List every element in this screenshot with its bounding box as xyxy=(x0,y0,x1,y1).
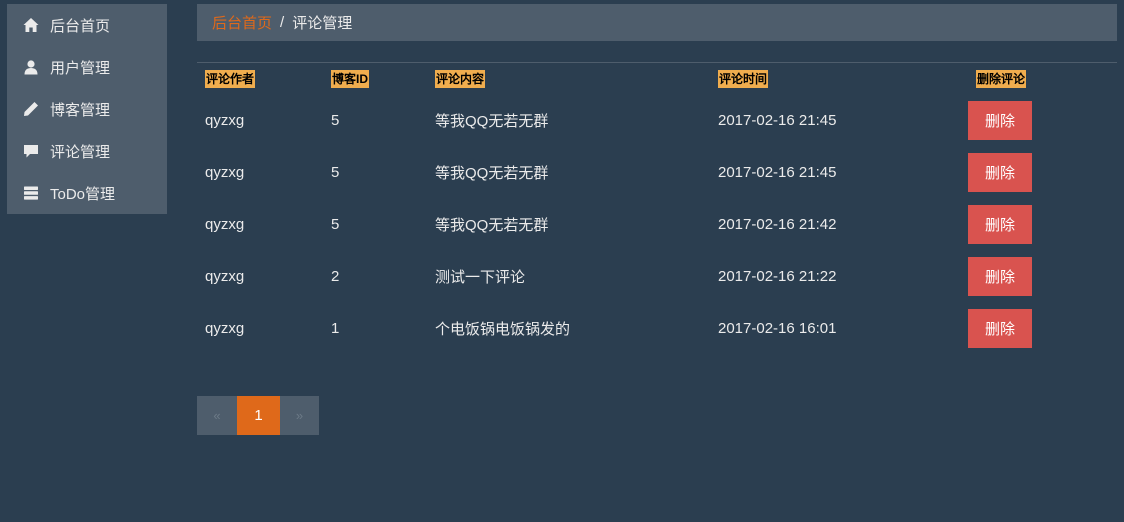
pencil-icon xyxy=(23,101,39,117)
cell-author: qyzxg xyxy=(205,112,245,129)
column-header-delete: 删除评论 xyxy=(976,69,1027,88)
cell-content: 测试一下评论 xyxy=(435,269,526,286)
delete-button[interactable]: 删除 xyxy=(968,309,1032,348)
table-row: qyzxg 2 测试一下评论 2017-02-16 21:22 删除 xyxy=(197,251,1117,303)
cell-time: 2017-02-16 21:42 xyxy=(718,216,837,233)
cell-blog-id: 2 xyxy=(331,268,340,285)
sidebar-item-label: ToDo管理 xyxy=(50,185,116,203)
sidebar-item-label: 博客管理 xyxy=(50,101,111,119)
column-header-time: 评论时间 xyxy=(718,69,769,88)
table-row: qyzxg 1 个电饭锅电饭锅发的 2017-02-16 16:01 删除 xyxy=(197,303,1117,355)
delete-button[interactable]: 删除 xyxy=(968,101,1032,140)
sidebar-item-label: 评论管理 xyxy=(50,143,111,161)
cell-author: qyzxg xyxy=(205,216,245,233)
sidebar-item-comments[interactable]: 评论管理 xyxy=(7,130,167,172)
comment-icon xyxy=(23,143,39,159)
cell-time: 2017-02-16 21:45 xyxy=(718,112,837,129)
comments-table: 评论作者 博客ID 评论内容 评论时间 删除评论 qyzxg 5 等我QQ无若无… xyxy=(197,62,1117,355)
column-header-author: 评论作者 xyxy=(205,69,256,88)
delete-button[interactable]: 删除 xyxy=(968,205,1032,244)
cell-author: qyzxg xyxy=(205,268,245,285)
sidebar-item-todo[interactable]: ToDo管理 xyxy=(7,172,167,214)
cell-time: 2017-02-16 21:45 xyxy=(718,164,837,181)
cell-blog-id: 5 xyxy=(331,112,340,129)
home-icon xyxy=(23,17,39,33)
breadcrumb-current: 评论管理 xyxy=(292,15,353,32)
table-header-row: 评论作者 博客ID 评论内容 评论时间 删除评论 xyxy=(197,62,1117,95)
cell-blog-id: 5 xyxy=(331,164,340,181)
cell-time: 2017-02-16 21:22 xyxy=(718,268,837,285)
delete-button[interactable]: 删除 xyxy=(968,257,1032,296)
table-row: qyzxg 5 等我QQ无若无群 2017-02-16 21:45 删除 xyxy=(197,95,1117,147)
cell-content: 等我QQ无若无群 xyxy=(435,165,549,182)
cell-blog-id: 5 xyxy=(331,216,340,233)
cell-author: qyzxg xyxy=(205,164,245,181)
cell-time: 2017-02-16 16:01 xyxy=(718,320,837,337)
sidebar-item-label: 后台首页 xyxy=(50,17,111,35)
pagination-prev-button[interactable]: « xyxy=(197,396,237,435)
comments-table-container: 评论作者 博客ID 评论内容 评论时间 删除评论 qyzxg 5 等我QQ无若无… xyxy=(197,62,1117,355)
breadcrumb: 后台首页 / 评论管理 xyxy=(197,4,1117,41)
pagination: « 1 » xyxy=(197,396,319,435)
column-header-blog-id: 博客ID xyxy=(331,69,370,88)
pagination-next-button[interactable]: » xyxy=(280,396,319,435)
cell-content: 等我QQ无若无群 xyxy=(435,113,549,130)
breadcrumb-home-link[interactable]: 后台首页 xyxy=(212,12,272,33)
user-icon xyxy=(23,59,39,75)
cell-blog-id: 1 xyxy=(331,320,340,337)
cell-content: 等我QQ无若无群 xyxy=(435,217,549,234)
sidebar-item-users[interactable]: 用户管理 xyxy=(7,46,167,88)
pagination-page-1[interactable]: 1 xyxy=(237,396,280,435)
cell-content: 个电饭锅电饭锅发的 xyxy=(435,321,571,338)
cell-author: qyzxg xyxy=(205,320,245,337)
breadcrumb-separator: / xyxy=(280,14,285,31)
tasks-icon xyxy=(23,185,39,201)
sidebar-item-blogs[interactable]: 博客管理 xyxy=(7,88,167,130)
sidebar-item-label: 用户管理 xyxy=(50,59,111,77)
table-row: qyzxg 5 等我QQ无若无群 2017-02-16 21:45 删除 xyxy=(197,147,1117,199)
delete-button[interactable]: 删除 xyxy=(968,153,1032,192)
sidebar-nav: 后台首页 用户管理 博客管理 评论管理 ToDo管理 xyxy=(7,4,167,214)
sidebar-item-dashboard[interactable]: 后台首页 xyxy=(7,4,167,46)
column-header-content: 评论内容 xyxy=(435,69,486,88)
table-row: qyzxg 5 等我QQ无若无群 2017-02-16 21:42 删除 xyxy=(197,199,1117,251)
